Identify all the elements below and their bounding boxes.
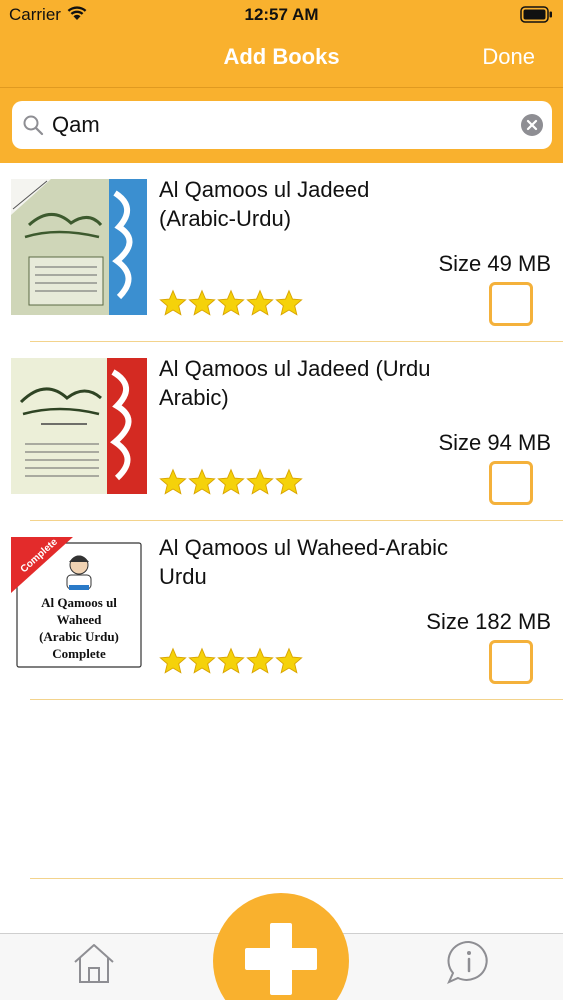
plus-icon — [245, 923, 317, 995]
info-icon[interactable] — [446, 940, 492, 984]
battery-icon — [520, 6, 552, 23]
search-bar — [12, 101, 552, 149]
book-title: Al Qamoos ul Waheed-Arabic Urdu — [159, 535, 448, 589]
search-icon — [23, 115, 44, 136]
book-size: Size 49 MB — [438, 251, 552, 276]
add-book-button[interactable] — [213, 893, 349, 1000]
row-divider — [30, 699, 563, 700]
clear-search-icon[interactable] — [521, 114, 543, 136]
clock: 12:57 AM — [244, 5, 319, 24]
cover-text-line: Complete — [52, 646, 106, 661]
page-title: Add Books — [223, 44, 340, 69]
cover-text-line: (Arabic Urdu) — [39, 629, 119, 644]
select-checkbox[interactable] — [489, 282, 533, 326]
star-icon — [275, 468, 303, 495]
nav-bar: Add Books Done — [0, 30, 563, 86]
book-row[interactable]: Al Qamoos ul Jadeed (Urdu Arabic) Size 9… — [0, 342, 563, 521]
star-icon — [217, 468, 245, 495]
star-icon — [246, 468, 274, 495]
star-icon — [217, 289, 245, 316]
book-size: Size 182 MB — [426, 609, 551, 634]
star-icon — [246, 289, 274, 316]
select-checkbox[interactable] — [489, 640, 533, 684]
nav-divider — [0, 87, 563, 88]
cover-text-line: Al Qamoos ul — [41, 595, 117, 610]
status-bar: Carrier 12:57 AM — [0, 0, 563, 30]
star-icon — [159, 289, 187, 316]
book-size: Size 94 MB — [438, 430, 552, 455]
star-icon — [188, 647, 216, 674]
star-icon — [275, 647, 303, 674]
book-cover-image — [11, 358, 147, 494]
select-checkbox[interactable] — [489, 461, 533, 505]
home-icon[interactable] — [72, 942, 116, 984]
star-icon — [159, 468, 187, 495]
book-row[interactable]: Al Qamoos ul Jadeed (Arabic-Urdu) Size 4… — [0, 163, 563, 342]
star-icon — [246, 647, 274, 674]
book-row[interactable]: Complete Al Qamoos ul Waheed (Arabic Urd… — [0, 521, 563, 700]
book-title: Al Qamoos ul Jadeed (Arabic-Urdu) — [159, 177, 370, 231]
star-rating — [159, 647, 303, 677]
header: Carrier 12:57 AM Add Books Done — [0, 0, 563, 163]
search-input[interactable] — [52, 107, 512, 143]
star-icon — [159, 647, 187, 674]
list-bottom-divider — [30, 878, 563, 879]
done-button[interactable]: Done — [482, 44, 535, 70]
book-cover-image: Complete Al Qamoos ul Waheed (Arabic Urd… — [11, 537, 147, 673]
star-icon — [275, 289, 303, 316]
star-rating — [159, 468, 303, 498]
star-icon — [217, 647, 245, 674]
cover-text-line: Waheed — [57, 612, 103, 627]
star-icon — [188, 468, 216, 495]
star-icon — [188, 289, 216, 316]
book-title: Al Qamoos ul Jadeed (Urdu Arabic) — [159, 356, 431, 410]
star-rating — [159, 289, 303, 319]
book-list: Al Qamoos ul Jadeed (Arabic-Urdu) Size 4… — [0, 163, 563, 700]
book-cover-image — [11, 179, 147, 315]
